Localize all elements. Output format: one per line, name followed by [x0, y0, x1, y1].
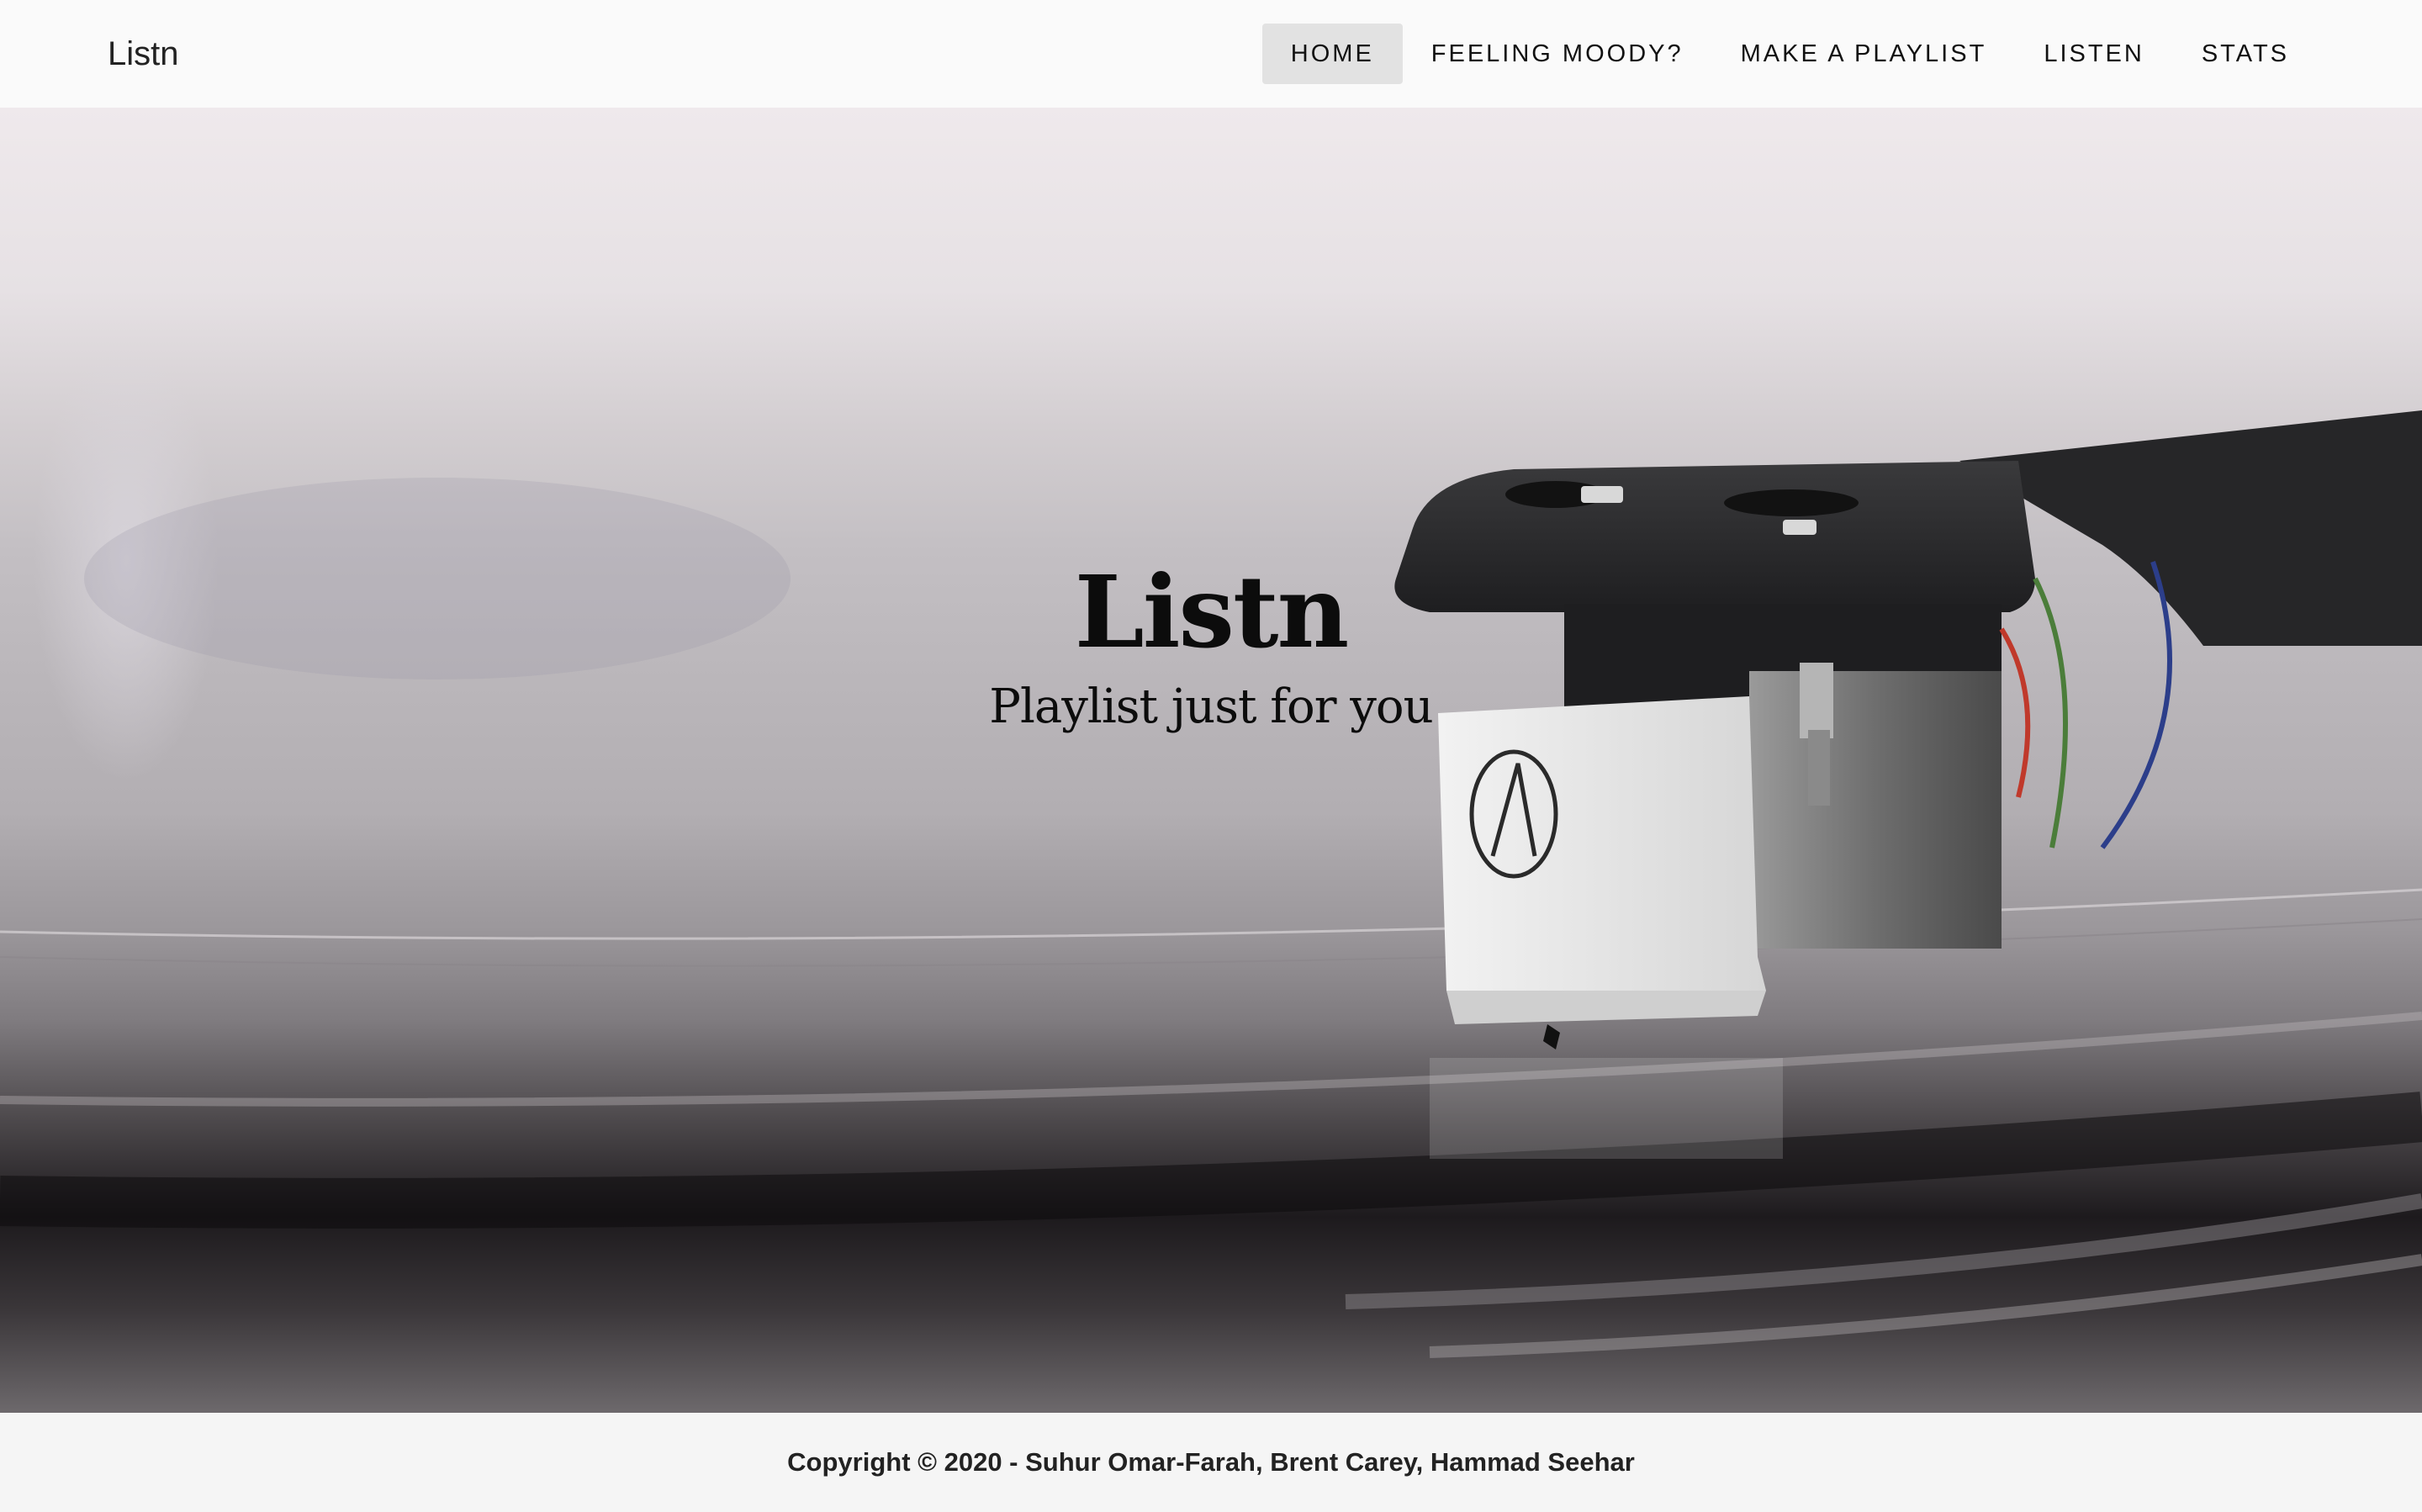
nav-menu: HOME FEELING MOODY? MAKE A PLAYLIST LIST… [1261, 24, 2318, 84]
nav-home[interactable]: HOME [1261, 24, 1403, 84]
top-navbar: Listn HOME FEELING MOODY? MAKE A PLAYLIS… [0, 0, 2422, 108]
hero-banner: Listn Playlist just for you [0, 108, 2422, 1413]
nav-make-a-playlist[interactable]: MAKE A PLAYLIST [1712, 24, 2016, 84]
hero-subtitle: Playlist just for you [989, 679, 1433, 734]
nav-stats[interactable]: STATS [2173, 24, 2318, 84]
turntable-background-image [0, 343, 2422, 1358]
hero-title: Listn [1074, 553, 1350, 670]
nav-listen[interactable]: LISTEN [2015, 24, 2173, 84]
footer: Copyright © 2020 - Suhur Omar-Farah, Bre… [0, 1413, 2422, 1512]
brand-logo[interactable]: Listn [108, 30, 179, 77]
copyright-text: Copyright © 2020 - Suhur Omar-Farah, Bre… [787, 1447, 1635, 1477]
nav-feeling-moody[interactable]: FEELING MOODY? [1403, 24, 1712, 84]
